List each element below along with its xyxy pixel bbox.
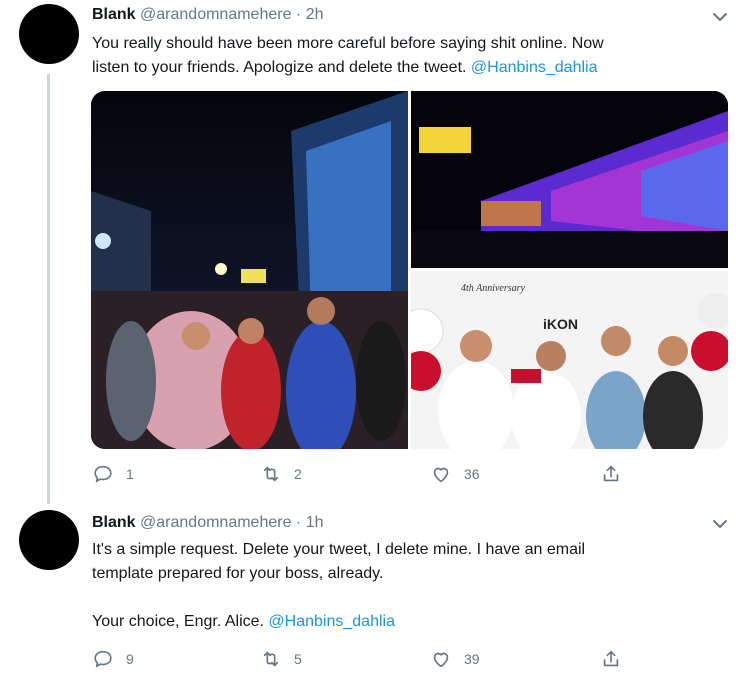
reply-count: 9 bbox=[126, 651, 134, 667]
tweet-text-line: You really should have been more careful… bbox=[92, 35, 604, 52]
tweet-2[interactable]: Blank @arandomnamehere · 1h It's a simpl… bbox=[0, 505, 743, 685]
author-handle[interactable]: @arandomnamehere bbox=[140, 514, 291, 531]
chevron-down-icon[interactable] bbox=[711, 515, 729, 533]
tweet-actions: 1 2 36 bbox=[92, 463, 632, 489]
retweet-count: 2 bbox=[294, 466, 302, 482]
tweet-text-line: listen to your friends. Apologize and de… bbox=[92, 56, 712, 80]
tweet-header: Blank @arandomnamehere · 2h bbox=[92, 6, 324, 24]
retweet-icon bbox=[263, 651, 279, 667]
photo-night-street[interactable] bbox=[91, 91, 408, 449]
tweet-text: It's a simple request. Delete your tweet… bbox=[92, 538, 712, 634]
banner-text: 4th Anniversary bbox=[461, 283, 525, 294]
share-icon bbox=[603, 465, 619, 482]
like-count: 36 bbox=[464, 466, 480, 482]
photo-anniversary-group[interactable]: 4th Anniversary iKON bbox=[411, 271, 728, 449]
share-icon bbox=[603, 650, 619, 667]
avatar[interactable] bbox=[19, 4, 79, 64]
tweet-actions: 9 5 39 bbox=[92, 648, 632, 674]
photo-light-projection[interactable] bbox=[411, 91, 728, 268]
like-icon bbox=[433, 652, 449, 668]
separator-dot: · bbox=[295, 6, 302, 23]
retweet-button[interactable]: 5 bbox=[260, 648, 302, 670]
author-handle[interactable]: @arandomnamehere bbox=[140, 6, 291, 23]
tweet-media-grid[interactable]: 4th Anniversary iKON bbox=[91, 91, 728, 449]
share-button[interactable] bbox=[600, 648, 622, 670]
mention-link[interactable]: @Hanbins_dahlia bbox=[471, 59, 598, 76]
tweet-text-part: Your choice, Engr. Alice. bbox=[92, 613, 264, 630]
reply-button[interactable]: 1 bbox=[92, 463, 134, 485]
avatar[interactable] bbox=[19, 510, 79, 570]
tweet-text: You really should have been more careful… bbox=[92, 32, 712, 80]
chevron-down-icon[interactable] bbox=[711, 8, 729, 26]
separator-dot: · bbox=[295, 514, 302, 531]
reply-icon bbox=[94, 650, 112, 668]
timestamp[interactable]: 2h bbox=[306, 6, 324, 23]
retweet-count: 5 bbox=[294, 651, 302, 667]
logo-text: iKON bbox=[543, 316, 578, 332]
share-button[interactable] bbox=[600, 463, 622, 485]
like-count: 39 bbox=[464, 651, 480, 667]
tweet-text-line: template prepared for your boss, already… bbox=[92, 565, 384, 582]
reply-button[interactable]: 9 bbox=[92, 648, 134, 670]
reply-count: 1 bbox=[126, 466, 134, 482]
tweet-header: Blank @arandomnamehere · 1h bbox=[92, 514, 324, 532]
timestamp[interactable]: 1h bbox=[306, 514, 324, 531]
reply-icon bbox=[94, 465, 112, 483]
author-name[interactable]: Blank bbox=[92, 6, 136, 23]
author-name[interactable]: Blank bbox=[92, 514, 136, 531]
retweet-icon bbox=[263, 466, 279, 482]
tweet-text-line: Your choice, Engr. Alice. @Hanbins_dahli… bbox=[92, 610, 712, 634]
like-button[interactable]: 36 bbox=[430, 463, 480, 485]
like-icon bbox=[433, 467, 449, 483]
tweet-text-line: It's a simple request. Delete your tweet… bbox=[92, 541, 586, 558]
tweet-text-part: listen to your friends. Apologize and de… bbox=[92, 59, 467, 76]
retweet-button[interactable]: 2 bbox=[260, 463, 302, 485]
tweet-1[interactable]: Blank @arandomnamehere · 2h You really s… bbox=[0, 0, 743, 500]
like-button[interactable]: 39 bbox=[430, 648, 480, 670]
mention-link[interactable]: @Hanbins_dahlia bbox=[268, 613, 395, 630]
